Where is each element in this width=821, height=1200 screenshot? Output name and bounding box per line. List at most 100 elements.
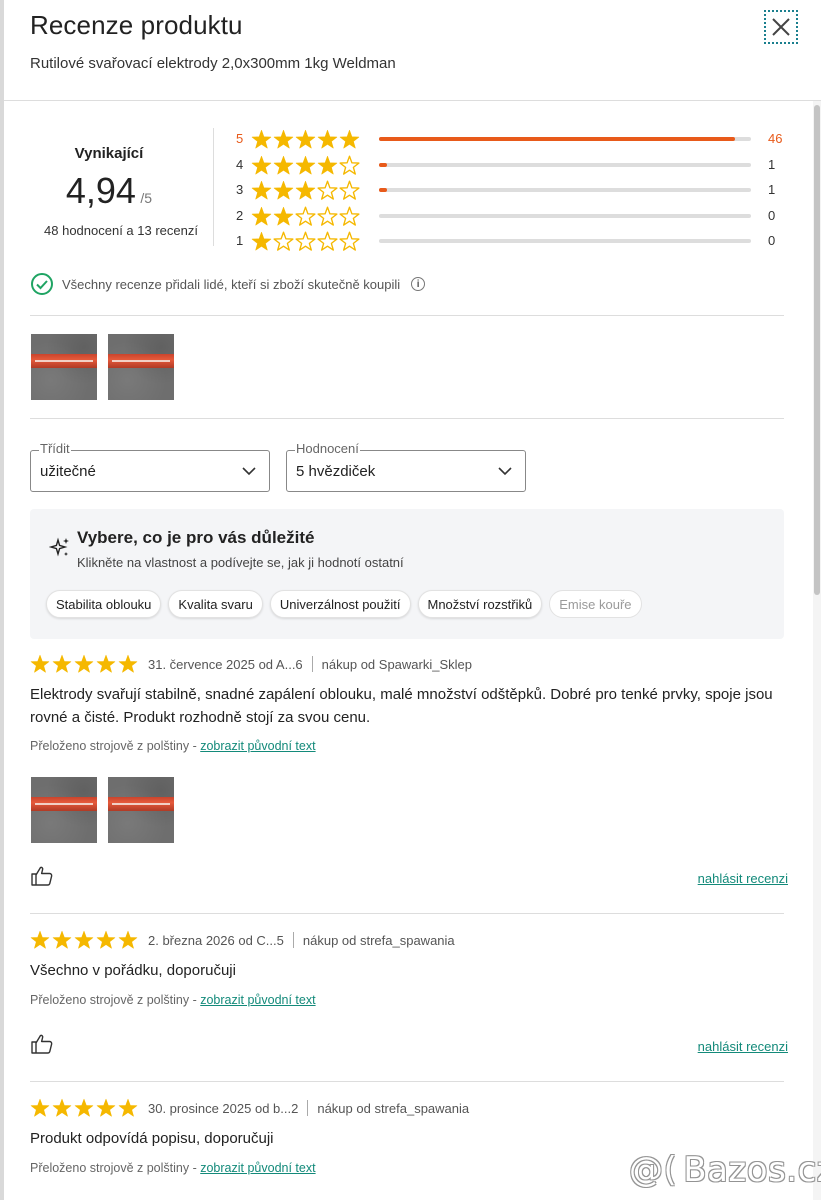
star-filled-icon [52,654,72,673]
star-filled-icon [251,180,272,200]
topic-chip[interactable]: Kvalita svaru [168,590,263,618]
distribution-count: 46 [768,131,783,146]
topic-chip[interactable]: Množství rozstřiků [417,590,543,618]
review-seller: nákup od strefa_spawania [302,932,455,948]
distribution-bar [379,213,751,218]
distribution-star-level: 5 [236,131,244,146]
info-icon[interactable]: i [411,277,426,291]
star-filled-icon [273,206,294,225]
review-photo-thumbnail[interactable] [108,777,174,843]
distribution-stars [251,155,360,176]
star-filled-icon [74,654,94,673]
thumbs-up-icon[interactable] [30,865,54,887]
distribution-bar-fill [379,188,387,192]
distribution-star-level: 1 [236,233,244,248]
distribution-bar-fill [379,162,387,167]
star-filled-icon [295,180,316,200]
distribution-row[interactable]: 31 [236,179,796,201]
sort-value: užitečné [40,463,96,480]
star-filled-icon [295,155,316,174]
star-empty-icon [339,180,360,200]
translation-note: Přeloženo strojově z polštiny - zobrazit… [30,739,316,753]
average-score: 4,94 /5 [30,170,188,212]
review-text: Produkt odpovídá popisu, doporučuji [30,1130,274,1147]
star-empty-icon [273,231,294,251]
scrollbar[interactable] [813,101,821,1200]
thumbs-up-icon[interactable] [30,1033,54,1055]
divider [30,1081,784,1082]
close-icon [772,18,790,36]
reviews-panel: Recenze produktu Rutilové svařovací elek… [4,0,821,1200]
check-circle-icon [31,273,53,295]
review-text: Elektrody svařují stabilně, snadné zapál… [30,686,773,726]
score-max: /5 [140,190,153,206]
translation-note: Přeloženo strojově z polštiny - zobrazit… [30,1161,316,1175]
star-filled-icon [30,654,50,673]
review-item: 31. července 2025 od A...6 nákup od Spaw… [30,653,790,893]
distribution-stars [251,206,360,227]
rating-filter-select[interactable]: Hodnocení 5 hvězdiček [286,441,526,492]
distribution-row[interactable]: 10 [236,230,796,252]
review-seller: nákup od strefa_spawania [317,1100,470,1116]
show-original-link[interactable]: zobrazit původní text [200,739,315,753]
watermark-text: Bazos.cz [683,1150,821,1190]
review-photo-thumbnail[interactable] [31,334,97,400]
review-seller: nákup od Spawarki_Sklep [321,656,472,672]
distribution-stars [251,180,360,201]
review-date-author: 2. března 2026 od C...5 [148,932,284,948]
distribution-stars [251,231,360,252]
report-review-link[interactable]: nahlásit recenzi [698,1039,788,1054]
star-empty-icon [295,231,316,251]
verified-text: Všechny recenze přidali lidé, kteří si z… [62,276,401,292]
star-filled-icon [74,930,94,949]
distribution-bar-fill [379,137,736,141]
rating-counts: 48 hodnocení a 13 recenzí [44,223,198,238]
star-filled-icon [74,1098,94,1117]
star-empty-icon [339,155,360,175]
star-empty-icon [339,231,360,251]
topic-chips: Stabilita oblouku Kvalita svaru Univerzá… [46,590,642,618]
distribution-row[interactable]: 20 [236,205,796,227]
sort-select[interactable]: Třídit užitečné [30,441,270,492]
review-date-author: 31. července 2025 od A...6 [148,656,303,672]
distribution-count: 1 [768,182,776,197]
distribution-count: 0 [768,233,776,248]
topic-chip[interactable]: Stabilita oblouku [46,590,162,618]
product-name: Rutilové svařovací elektrody 2,0x300mm 1… [30,55,396,72]
topics-title: Vybere, co je pro vás důležité [77,528,315,547]
rating-filter-value: 5 hvězdiček [296,463,376,480]
review-date-author: 30. prosince 2025 od b...2 [148,1100,299,1116]
divider [30,315,784,316]
topics-box: Vybere, co je pro vás důležité Klikněte … [30,509,784,639]
rating-filter-label: Hodnocení [295,441,360,456]
star-empty-icon [317,231,338,251]
review-meta: 2. března 2026 od C...5 nákup od strefa_… [30,929,455,951]
watermark-at: @( [629,1150,678,1190]
distribution-stars [251,129,360,150]
star-filled-icon [273,180,294,200]
scrollbar-thumb[interactable] [814,105,820,595]
show-original-link[interactable]: zobrazit původní text [200,1161,315,1175]
star-filled-icon [30,1098,50,1117]
review-stars [30,1098,138,1118]
close-button[interactable] [764,10,798,44]
chevron-down-icon [242,467,256,476]
review-meta: 31. července 2025 od A...6 nákup od Spaw… [30,653,472,675]
star-filled-icon [273,155,294,174]
show-original-link[interactable]: zobrazit původní text [200,993,315,1007]
translation-note: Přeloženo strojově z polštiny - zobrazit… [30,993,316,1007]
star-filled-icon [30,930,50,949]
topic-chip[interactable]: Univerzálnost použití [269,590,411,618]
distribution-row[interactable]: 41 [236,154,796,176]
star-filled-icon [317,155,338,174]
rating-word: Vynikající [74,145,144,162]
report-review-link[interactable]: nahlásit recenzi [698,871,788,886]
star-filled-icon [52,1098,72,1117]
distribution-bar [379,162,751,167]
star-filled-icon [339,129,360,149]
review-photo-thumbnail[interactable] [31,777,97,843]
translation-label: Přeloženo strojově z polštiny - [30,1161,197,1175]
review-stars [30,654,138,674]
review-photo-thumbnail[interactable] [108,334,174,400]
distribution-row[interactable]: 5 46 [236,128,796,150]
